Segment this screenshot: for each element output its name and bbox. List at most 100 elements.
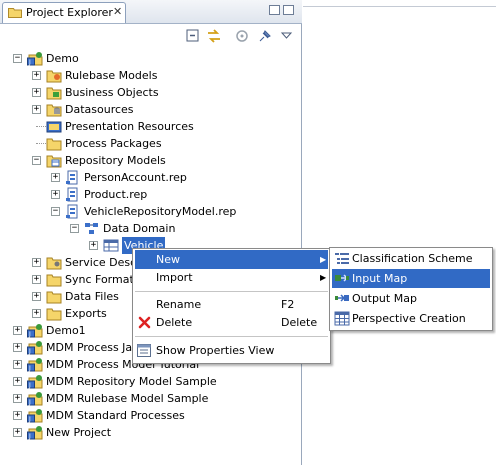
perspective-icon xyxy=(334,311,350,326)
menu-item-input-map[interactable]: Input Map xyxy=(332,269,490,288)
minimize-icon[interactable] xyxy=(269,5,280,15)
tree-row[interactable]: + Datasources xyxy=(0,101,300,118)
expand-toggle-icon[interactable]: + xyxy=(13,343,22,352)
menu-item-new[interactable]: New ▶ xyxy=(135,250,328,269)
project-icon: J xyxy=(27,392,43,406)
expand-toggle-icon[interactable]: + xyxy=(13,360,22,369)
collapse-toggle-icon[interactable]: − xyxy=(70,224,79,233)
tree-row[interactable]: − Data Domain xyxy=(0,220,300,237)
tree-item-label: Repository Models xyxy=(65,154,166,167)
menu-separator xyxy=(135,291,328,292)
tree-item-label: VehicleRepositoryModel.rep xyxy=(84,205,237,218)
tree-item-label: Process Packages xyxy=(65,137,162,150)
folder-process-icon xyxy=(46,138,62,151)
expand-toggle-icon[interactable]: + xyxy=(32,309,41,318)
pin-icon[interactable] xyxy=(256,27,274,45)
expand-toggle-icon[interactable]: + xyxy=(13,326,22,335)
menu-item-delete[interactable]: Delete Delete xyxy=(135,313,328,332)
menu-item-import[interactable]: Import ▶ xyxy=(135,268,328,287)
tree-row[interactable]: − Repository Models xyxy=(0,152,300,169)
tree-item-label: New Project xyxy=(46,426,112,439)
menu-item-shortcut: F2 xyxy=(281,298,295,311)
view-tab-bar: Project Explorer ✕ xyxy=(0,0,302,24)
collapse-toggle-icon[interactable]: − xyxy=(51,207,60,216)
tree-item-label: Sync Formats xyxy=(65,273,140,286)
folder-presentation-icon xyxy=(46,121,62,133)
expand-toggle-icon[interactable]: + xyxy=(32,258,41,267)
tree-row[interactable]: + J MDM Rulebase Model Sample xyxy=(0,390,300,407)
project-icon: J xyxy=(27,375,43,389)
expand-toggle-icon[interactable]: + xyxy=(32,292,41,301)
tree-row[interactable]: + Rulebase Models xyxy=(0,67,300,84)
maximize-icon[interactable] xyxy=(283,5,294,15)
view-window-controls xyxy=(266,5,298,19)
tree-row[interactable]: + PersonAccount.rep xyxy=(0,169,300,186)
project-explorer-view: Project Explorer ✕ − J Demo + Rulebase Model… xyxy=(0,0,302,465)
svg-text:J: J xyxy=(28,59,31,66)
tree-item-label: MDM Repository Model Sample xyxy=(46,375,217,388)
project-icon: J xyxy=(27,324,43,338)
svg-text:J: J xyxy=(28,399,31,406)
collapse-toggle-icon[interactable]: − xyxy=(32,156,41,165)
menu-item-label: Perspective Creation xyxy=(352,312,466,325)
tree-item-label: Service Desc xyxy=(65,256,137,269)
folder-bo-icon xyxy=(46,87,62,100)
menu-item-label: Show Properties View xyxy=(156,344,275,357)
menu-item-show-properties-view[interactable]: Show Properties View xyxy=(135,341,328,360)
tree-row[interactable]: + J MDM Repository Model Sample xyxy=(0,373,300,390)
new-submenu: Classification Scheme Input Map Output M… xyxy=(329,247,493,331)
table-icon xyxy=(103,239,119,252)
tree-item-label: Business Objects xyxy=(65,86,159,99)
expand-toggle-icon[interactable]: + xyxy=(13,377,22,386)
tab-project-explorer[interactable]: Project Explorer ✕ xyxy=(2,2,126,23)
menu-item-classification-scheme[interactable]: Classification Scheme xyxy=(332,249,490,268)
expand-toggle-icon[interactable]: + xyxy=(51,190,60,199)
tree-row[interactable]: + J MDM Standard Processes xyxy=(0,407,300,424)
menu-item-output-map[interactable]: Output Map xyxy=(332,289,490,308)
tree-row[interactable]: − VehicleRepositoryModel.rep xyxy=(0,203,300,220)
project-icon: J xyxy=(27,52,43,66)
tree-row[interactable]: Presentation Resources xyxy=(0,118,300,135)
folder-sync-icon xyxy=(46,274,62,287)
expand-toggle-icon[interactable]: + xyxy=(32,105,41,114)
tree-row[interactable]: + Business Objects xyxy=(0,84,300,101)
expand-toggle-icon[interactable]: + xyxy=(13,411,22,420)
svg-text:J: J xyxy=(28,382,31,389)
tree-row[interactable]: + J New Project xyxy=(0,424,300,441)
project-icon: J xyxy=(27,341,43,355)
expand-toggle-icon[interactable]: + xyxy=(89,241,98,250)
tree-row[interactable]: − J Demo xyxy=(0,50,300,67)
submenu-arrow-icon: ▶ xyxy=(320,255,327,264)
menu-item-label: Output Map xyxy=(352,292,417,305)
filter-icon[interactable] xyxy=(234,27,252,45)
menu-item-label: Classification Scheme xyxy=(352,252,473,265)
properties-icon xyxy=(137,344,151,357)
expand-toggle-icon[interactable]: + xyxy=(13,394,22,403)
rep-file-icon xyxy=(66,170,78,185)
tree-item-label: Exports xyxy=(65,307,107,320)
expand-toggle-icon[interactable]: + xyxy=(13,428,22,437)
collapse-toggle-icon[interactable]: − xyxy=(13,54,22,63)
tree-item-label: Data Domain xyxy=(103,222,176,235)
expand-toggle-icon[interactable]: + xyxy=(32,275,41,284)
menu-item-rename[interactable]: Rename F2 xyxy=(135,295,328,314)
tree-connector xyxy=(36,126,46,127)
tree-row[interactable]: + Product.rep xyxy=(0,186,300,203)
tree-item-label: PersonAccount.rep xyxy=(84,171,187,184)
tree-row[interactable]: Process Packages xyxy=(0,135,300,152)
collapse-all-icon[interactable] xyxy=(184,27,202,45)
menu-item-perspective-creation[interactable]: Perspective Creation xyxy=(332,309,490,328)
menu-separator xyxy=(135,336,328,337)
view-menu-icon[interactable] xyxy=(278,27,296,45)
close-icon[interactable]: ✕ xyxy=(113,5,122,18)
tree-item-label: MDM Rulebase Model Sample xyxy=(46,392,209,405)
menu-item-label: Import xyxy=(156,271,193,284)
menu-item-label: Delete xyxy=(156,316,193,329)
expand-toggle-icon[interactable]: + xyxy=(32,71,41,80)
folder-icon xyxy=(46,291,62,304)
expand-toggle-icon[interactable]: + xyxy=(32,88,41,97)
expand-toggle-icon[interactable]: + xyxy=(51,173,60,182)
classification-icon xyxy=(335,253,349,264)
link-with-editor-icon[interactable] xyxy=(205,27,223,45)
input-map-icon xyxy=(335,274,349,282)
